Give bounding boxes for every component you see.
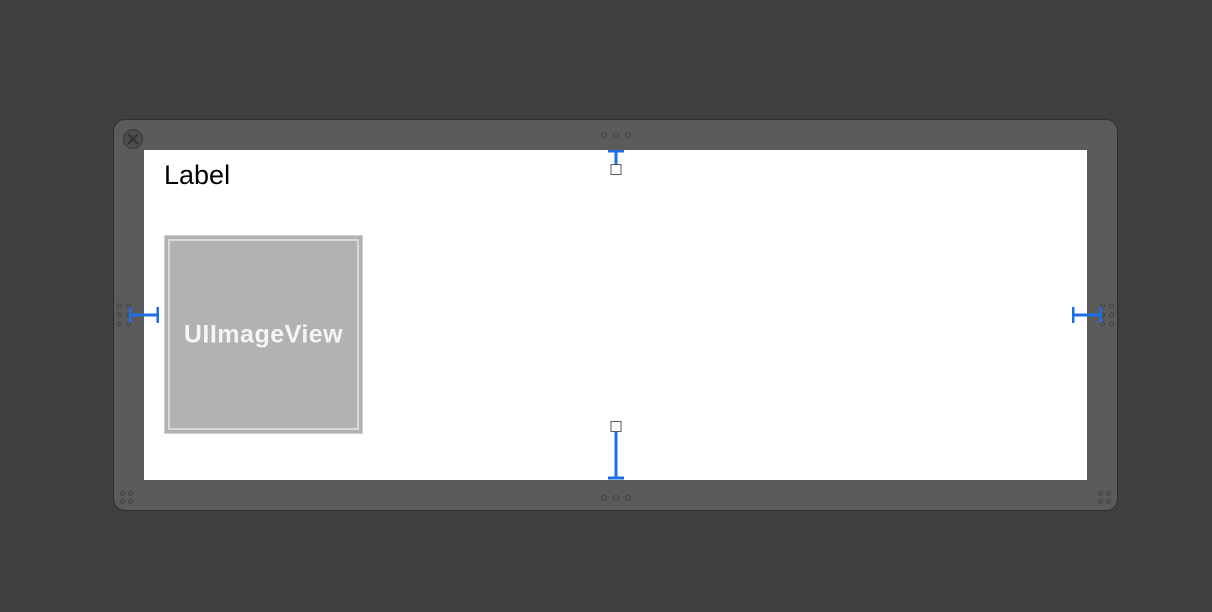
cell-content-view[interactable]: Label UIImageView [144, 150, 1087, 480]
window-corner-resize-grip-icon[interactable] [1098, 491, 1111, 504]
constraint-guide-left-icon[interactable] [129, 306, 159, 324]
uiimageview-placeholder-text: UIImageView [164, 320, 363, 349]
uiimageview[interactable]: UIImageView [164, 235, 363, 434]
window-top-resize-grip-icon[interactable] [601, 132, 631, 138]
uilabel[interactable]: Label [164, 160, 230, 191]
constraint-guide-right-icon[interactable] [1072, 306, 1102, 324]
constraint-handle-bottom[interactable] [610, 421, 621, 432]
window-corner-resize-grip-icon[interactable] [120, 491, 133, 504]
window-right-resize-grip-icon[interactable] [1100, 304, 1114, 327]
close-icon [127, 133, 139, 145]
constraint-handle-top[interactable] [610, 164, 621, 175]
interface-builder-window: Label UIImageView [113, 119, 1118, 511]
constraint-guide-bottom-icon[interactable] [607, 432, 625, 480]
window-bottom-resize-grip-icon[interactable] [601, 495, 631, 501]
close-button[interactable] [123, 129, 143, 149]
